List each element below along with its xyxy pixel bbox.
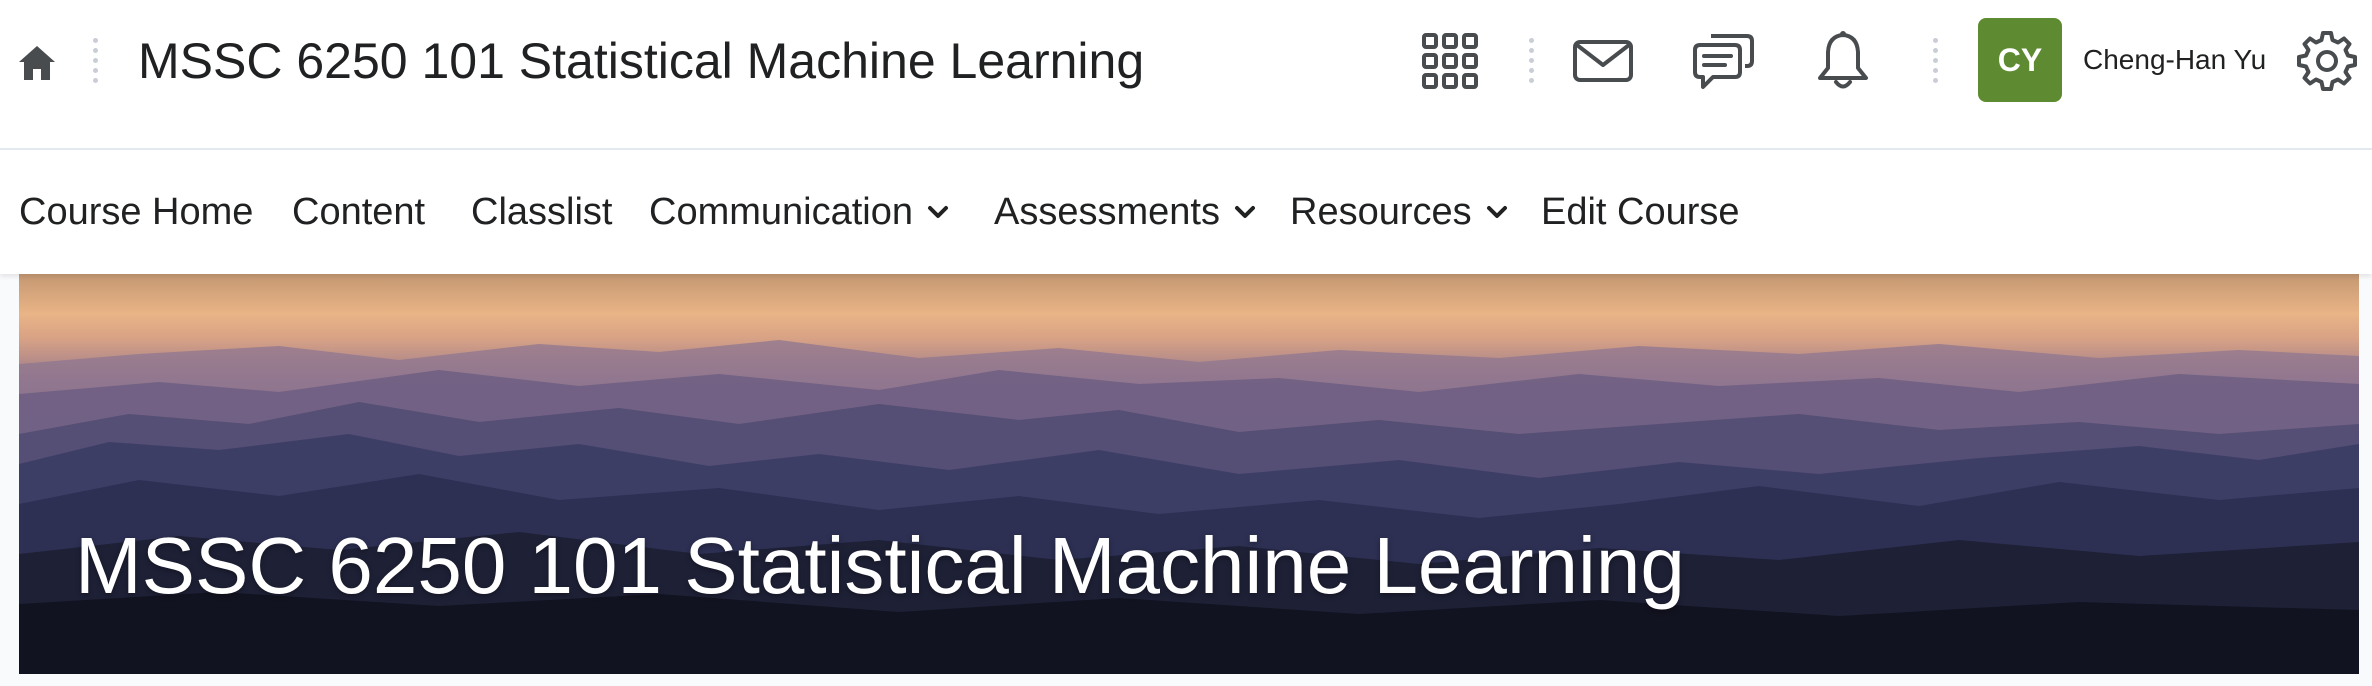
divider (1933, 38, 1939, 83)
nav-label: Resources (1290, 191, 1472, 233)
waffle-grid-icon (1422, 33, 1478, 89)
course-selector-button[interactable] (1415, 26, 1485, 96)
discussions-button[interactable] (1688, 26, 1758, 96)
settings-button[interactable] (2292, 26, 2362, 96)
nav-classlist[interactable]: Classlist (471, 186, 612, 238)
avatar[interactable]: CY (1978, 18, 2062, 102)
course-banner: MSSC 6250 101 Statistical Machine Learni… (19, 274, 2359, 674)
nav-communication[interactable]: Communication (649, 186, 949, 238)
gear-icon (2297, 31, 2357, 91)
messages-button[interactable] (1568, 26, 1638, 96)
chevron-down-icon (1234, 205, 1256, 219)
nav-course-home[interactable]: Course Home (19, 186, 253, 238)
divider (1529, 38, 1535, 83)
chevron-down-icon (1486, 205, 1508, 219)
divider (93, 38, 99, 83)
top-bar: MSSC 6250 101 Statistical Machine Learni… (0, 0, 2372, 150)
course-navbar: Course Home Content Classlist Communicat… (0, 150, 2372, 274)
bell-icon (1818, 31, 1868, 89)
mail-icon (1573, 40, 1633, 82)
nav-assessments[interactable]: Assessments (994, 186, 1256, 238)
nav-content[interactable]: Content (292, 186, 425, 238)
course-title-link[interactable]: MSSC 6250 101 Statistical Machine Learni… (138, 28, 1144, 94)
nav-resources[interactable]: Resources (1290, 186, 1508, 238)
nav-label: Communication (649, 191, 913, 233)
nav-label: Content (292, 191, 426, 233)
user-name[interactable]: Cheng-Han Yu (2083, 40, 2266, 80)
nav-label: Edit Course (1541, 191, 1740, 233)
banner-title: MSSC 6250 101 Statistical Machine Learni… (75, 521, 1685, 610)
nav-label: Assessments (994, 191, 1220, 233)
home-icon (19, 46, 55, 80)
nav-edit-course[interactable]: Edit Course (1541, 186, 1740, 238)
nav-label: Classlist (471, 191, 613, 233)
chat-icon (1693, 34, 1754, 89)
notifications-button[interactable] (1808, 26, 1878, 96)
home-button[interactable] (14, 40, 60, 86)
nav-label: Course Home (19, 191, 254, 233)
chevron-down-icon (927, 205, 949, 219)
